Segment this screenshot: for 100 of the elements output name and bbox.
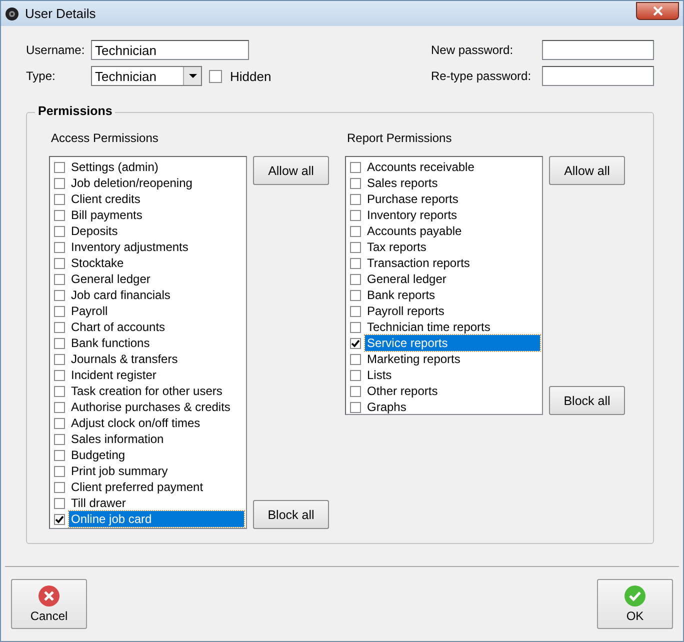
permission-item[interactable]: Graphs [365, 399, 540, 415]
permission-item[interactable]: Client preferred payment [69, 479, 244, 495]
permission-item[interactable]: Settings (admin) [69, 159, 244, 175]
permission-item[interactable]: Authorise purchases & credits [69, 399, 244, 415]
permission-item[interactable]: Payroll [69, 303, 244, 319]
cancel-button[interactable]: Cancel [11, 579, 87, 629]
permission-checkbox[interactable] [350, 178, 361, 188]
group-title: Permissions [35, 104, 116, 118]
permission-item[interactable]: Task creation for other users [69, 383, 244, 399]
block-all-button[interactable]: Block all [253, 500, 329, 529]
permission-checkbox[interactable] [54, 338, 65, 348]
permission-item[interactable]: Lists [365, 367, 540, 383]
permission-checkbox[interactable] [54, 178, 65, 188]
cancel-icon [38, 585, 60, 607]
new-password-label: New password: [431, 43, 514, 57]
hidden-label: Hidden [230, 68, 272, 84]
permission-checkbox[interactable] [350, 162, 361, 172]
type-label: Type: [26, 69, 56, 83]
permission-checkbox[interactable] [54, 434, 65, 444]
username-field[interactable]: Technician [91, 40, 249, 60]
permission-checkbox[interactable] [350, 226, 361, 236]
permission-checkbox[interactable] [54, 386, 65, 396]
permission-checkbox[interactable] [350, 194, 361, 204]
permission-item[interactable]: Adjust clock on/off times [69, 415, 244, 431]
permission-item[interactable]: Sales information [69, 431, 244, 447]
window-title: User Details [25, 6, 97, 21]
close-button[interactable] [636, 2, 679, 20]
list-heading: Access Permissions [51, 131, 160, 145]
permission-checkbox[interactable] [350, 402, 361, 412]
permission-item[interactable]: Accounts payable [365, 223, 540, 239]
permission-item[interactable]: Print job summary [69, 463, 244, 479]
permission-checkbox[interactable] [54, 514, 65, 524]
permission-checkbox[interactable] [350, 338, 361, 348]
permission-checkbox[interactable] [54, 162, 65, 172]
permission-item[interactable]: Other reports [365, 383, 540, 399]
permission-item[interactable]: Tax reports [365, 239, 540, 255]
permission-checkbox[interactable] [54, 274, 65, 284]
permission-checkbox[interactable] [54, 482, 65, 492]
permission-checkbox[interactable] [54, 258, 65, 268]
permission-item[interactable]: Budgeting [69, 447, 244, 463]
allow-all-button[interactable]: Allow all [549, 156, 625, 185]
permission-item[interactable]: Sales reports [365, 175, 540, 191]
permission-item[interactable]: Incident register [69, 367, 244, 383]
block-all-button[interactable]: Block all [549, 386, 625, 415]
permission-item[interactable]: Bank functions [69, 335, 244, 351]
permission-checkbox[interactable] [54, 306, 65, 316]
permission-checkbox[interactable] [54, 418, 65, 428]
permission-item[interactable]: Inventory adjustments [69, 239, 244, 255]
permission-checkbox[interactable] [54, 370, 65, 380]
permission-checkbox[interactable] [54, 466, 65, 476]
permission-item[interactable]: Bill payments [69, 207, 244, 223]
permission-checkbox[interactable] [54, 498, 65, 508]
permission-checkbox[interactable] [54, 450, 65, 460]
permission-item[interactable]: Transaction reports [365, 255, 540, 271]
close-icon [652, 6, 664, 16]
permission-item[interactable]: Accounts receivable [365, 159, 540, 175]
permission-item[interactable]: Inventory reports [365, 207, 540, 223]
type-dropdown[interactable]: Technician [91, 66, 202, 86]
permission-checkbox[interactable] [54, 226, 65, 236]
new-password-field[interactable] [542, 40, 654, 60]
permission-item[interactable]: Journals & transfers [69, 351, 244, 367]
permission-checkbox[interactable] [350, 306, 361, 316]
permission-item[interactable]: General ledger [69, 271, 244, 287]
permission-item[interactable]: Technician time reports [365, 319, 540, 335]
permission-item[interactable]: Deposits [69, 223, 244, 239]
permission-item[interactable]: Purchase reports [365, 191, 540, 207]
permission-checkbox[interactable] [350, 258, 361, 268]
permission-item[interactable]: Payroll reports [365, 303, 540, 319]
permission-checkbox[interactable] [54, 354, 65, 364]
permission-checkbox[interactable] [350, 242, 361, 252]
permission-checkbox[interactable] [54, 242, 65, 252]
permission-checkbox[interactable] [350, 370, 361, 380]
permission-item[interactable]: Client credits [69, 191, 244, 207]
permission-item[interactable]: Bank reports [365, 287, 540, 303]
permission-item[interactable]: Till drawer [69, 495, 244, 511]
permission-checkbox[interactable] [54, 402, 65, 412]
permission-checkbox[interactable] [54, 210, 65, 220]
permission-checkbox[interactable] [350, 322, 361, 332]
permission-checkbox[interactable] [54, 322, 65, 332]
permission-checkbox[interactable] [350, 386, 361, 396]
permission-item[interactable]: Chart of accounts [69, 319, 244, 335]
permission-item[interactable]: Marketing reports [365, 351, 540, 367]
permission-item[interactable]: General ledger [365, 271, 540, 287]
permission-checkbox[interactable] [54, 194, 65, 204]
permission-item[interactable]: Job card financials [69, 287, 244, 303]
permission-item[interactable]: Online job card [69, 511, 244, 527]
permission-item[interactable]: Service reports [365, 335, 540, 351]
list-heading: Report Permissions [347, 131, 453, 145]
permission-item[interactable]: Stocktake [69, 255, 244, 271]
retype-password-field[interactable] [542, 66, 654, 86]
allow-all-button[interactable]: Allow all [253, 156, 329, 185]
permission-checkbox[interactable] [350, 210, 361, 220]
permission-checkbox[interactable] [350, 290, 361, 300]
permission-checkbox[interactable] [350, 274, 361, 284]
permission-checkbox[interactable] [350, 354, 361, 364]
ok-button[interactable]: OK [597, 579, 673, 629]
hidden-checkbox[interactable] [209, 70, 222, 82]
permission-item[interactable]: Job deletion/reopening [69, 175, 244, 191]
app-icon [5, 6, 19, 20]
permission-checkbox[interactable] [54, 290, 65, 300]
